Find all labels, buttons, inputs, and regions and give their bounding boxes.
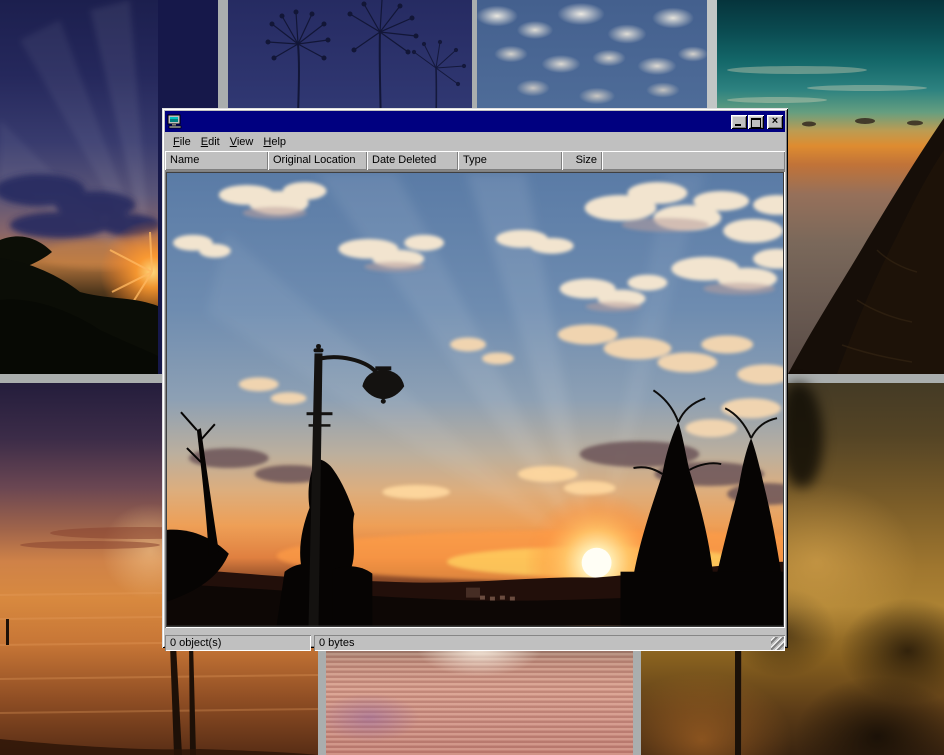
minimize-button[interactable] <box>731 115 747 129</box>
column-header-size[interactable]: Size <box>562 151 602 170</box>
wallpaper-photo-sunset-rays <box>0 0 158 374</box>
status-object-count: 0 object(s) <box>165 635 311 651</box>
recycle-bin-window[interactable]: × File Edit View Help Name Original Loca… <box>162 108 788 648</box>
computer-icon <box>167 114 183 129</box>
close-button[interactable]: × <box>767 115 783 129</box>
status-byte-count: 0 bytes <box>314 635 785 651</box>
column-header-name[interactable]: Name <box>165 151 268 170</box>
desktop: × File Edit View Help Name Original Loca… <box>0 0 944 755</box>
window-content-photo[interactable] <box>165 171 785 628</box>
pole-silhouette <box>735 648 741 755</box>
menu-bar: File Edit View Help <box>165 132 785 151</box>
column-header-original-location[interactable]: Original Location <box>268 151 367 170</box>
column-header-filler[interactable] <box>602 151 785 170</box>
menu-file[interactable]: File <box>168 134 196 150</box>
column-headers: Name Original Location Date Deleted Type… <box>165 151 785 171</box>
status-bar: 0 object(s) 0 bytes <box>165 628 785 651</box>
menu-edit[interactable]: Edit <box>196 134 225 150</box>
menu-help[interactable]: Help <box>258 134 291 150</box>
resize-grip[interactable] <box>771 637 784 650</box>
title-bar[interactable]: × <box>165 111 785 132</box>
maximize-button[interactable] <box>748 115 764 129</box>
column-header-date-deleted[interactable]: Date Deleted <box>367 151 458 170</box>
menu-view[interactable]: View <box>225 134 259 150</box>
column-header-type[interactable]: Type <box>458 151 562 170</box>
status-bytes-text: 0 bytes <box>319 637 354 649</box>
